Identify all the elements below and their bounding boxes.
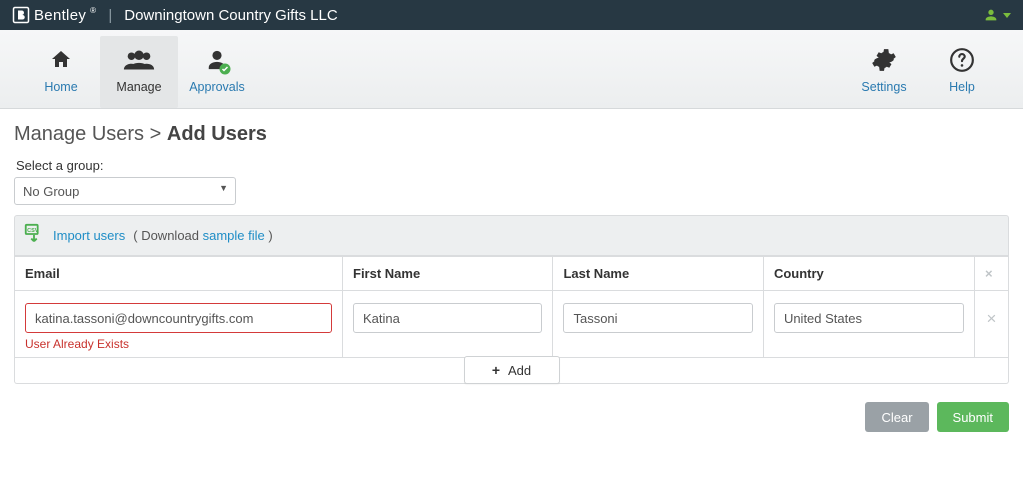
th-last: Last Name [553,257,763,291]
top-bar: Bentley ® | Downingtown Country Gifts LLC [0,0,1023,30]
add-label: Add [508,363,531,378]
nav-manage-label: Manage [116,80,161,94]
nav-approvals-label: Approvals [189,80,245,94]
company-name: Downingtown Country Gifts LLC [124,7,337,24]
nav-approvals[interactable]: Approvals [178,36,256,108]
download-prefix: ( Download [133,228,202,243]
group-label: Select a group: [16,158,1009,173]
nav-help[interactable]: Help [923,36,1001,108]
table-row: User Already Exists × [15,291,1009,358]
breadcrumb-sep: > [150,123,162,145]
th-delete[interactable]: × [975,257,1009,291]
nav-left-group: Home Manage Approvals [22,36,256,108]
bentley-b-icon [12,6,30,24]
gear-icon [871,47,897,73]
brand-name: Bentley [34,7,86,24]
breadcrumb-parent[interactable]: Manage Users [14,123,144,145]
email-input[interactable] [25,303,332,333]
row-delete-button[interactable]: × [975,291,1009,358]
top-bar-left: Bentley ® | Downingtown Country Gifts LLC [12,6,338,24]
breadcrumb: Manage Users > Add Users [14,123,1009,146]
add-button[interactable]: + Add [464,356,560,384]
th-email: Email [15,257,343,291]
th-first: First Name [343,257,553,291]
nav-right-group: Settings Help [845,36,1001,108]
import-users-link[interactable]: Import users [53,228,125,243]
submit-button[interactable]: Submit [937,402,1009,432]
first-name-input[interactable] [353,303,542,333]
home-icon [48,48,74,72]
page-body: Manage Users > Add Users Select a group:… [0,109,1023,444]
country-input[interactable] [774,303,964,333]
user-icon [983,7,999,23]
clear-button[interactable]: Clear [865,402,928,432]
nav-help-label: Help [949,80,975,94]
sample-file-link[interactable]: sample file [203,228,265,243]
people-icon [122,48,156,72]
last-name-input[interactable] [563,303,752,333]
svg-text:CSV: CSV [27,228,39,234]
brand-logo[interactable]: Bentley ® [12,6,96,24]
nav-settings[interactable]: Settings [845,36,923,108]
footer-buttons: Clear Submit [14,384,1009,444]
brand-separator: | [108,7,112,24]
group-select[interactable]: No Group [14,177,236,205]
nav-settings-label: Settings [861,80,906,94]
email-error: User Already Exists [25,337,332,351]
user-menu[interactable] [983,7,1011,23]
add-bar: + Add [14,358,1009,384]
csv-icon: CSV [23,223,45,248]
caret-down-icon [1003,13,1011,18]
import-bar: CSV Import users ( Download sample file … [14,215,1009,256]
th-country: Country [763,257,974,291]
nav-manage[interactable]: Manage [100,36,178,108]
nav-row: Home Manage Approvals Settings Help [0,30,1023,109]
breadcrumb-current: Add Users [167,123,267,145]
group-select-wrap: No Group [14,177,236,205]
help-icon [949,47,975,73]
download-suffix: ) [265,228,273,243]
check-badge-icon [219,63,231,75]
plus-icon: + [492,362,500,378]
users-table: Email First Name Last Name Country × Use… [14,256,1009,358]
registered-mark: ® [90,6,96,15]
download-paren: ( Download sample file ) [133,228,272,243]
nav-home-label: Home [44,80,77,94]
nav-home[interactable]: Home [22,36,100,108]
